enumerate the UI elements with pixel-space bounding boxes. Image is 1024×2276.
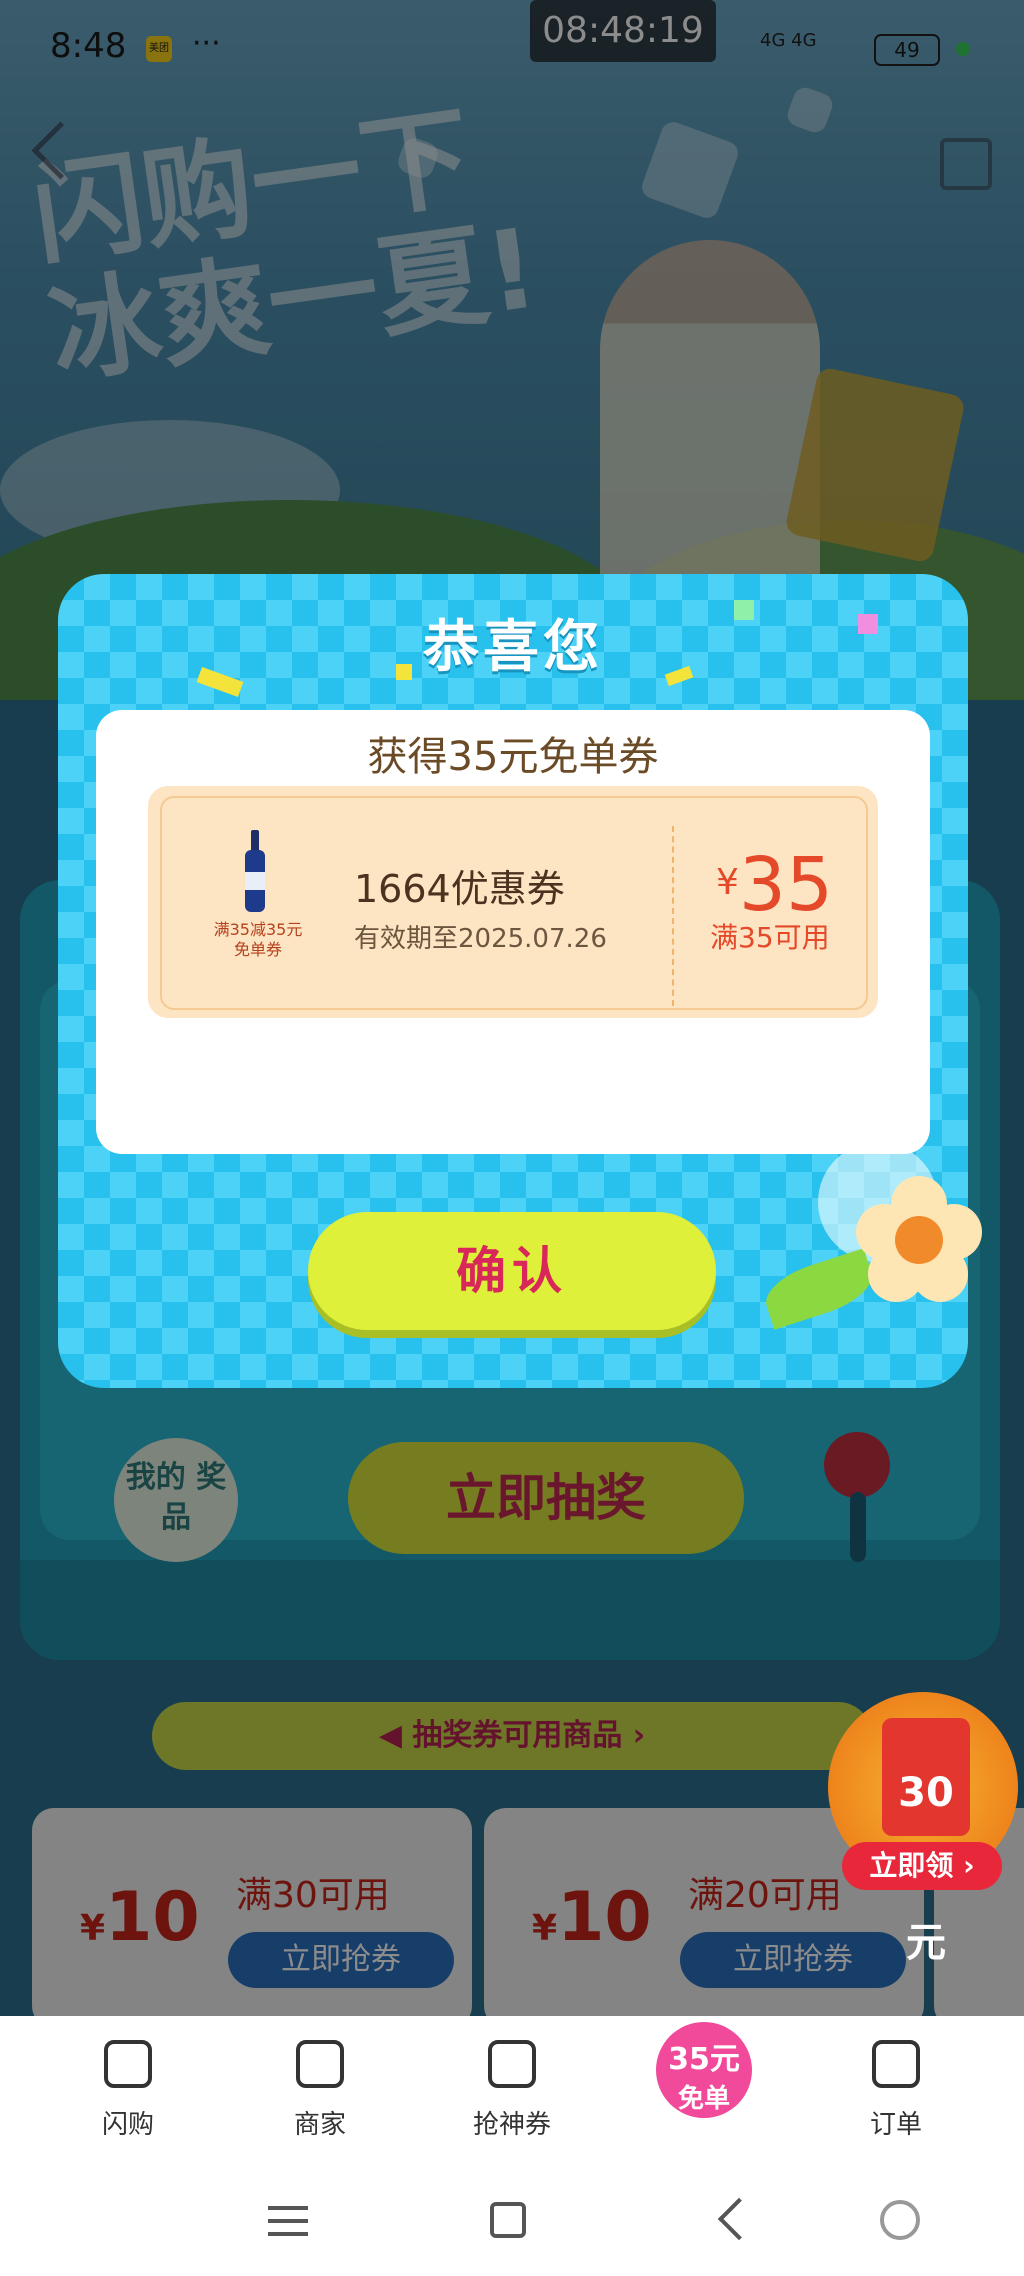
back-nav-icon[interactable] [717,2197,761,2241]
red-packet-widget[interactable]: 30元 立即领 › [828,1692,1018,1966]
confirm-button[interactable]: 确认 [308,1212,716,1330]
system-navigation-bar [0,2166,1024,2276]
beer-bottle-icon [245,830,265,912]
voucher-divider [672,826,674,1006]
red-envelope-icon: 30元 [882,1718,970,1966]
voucher-name: 1664优惠券 [354,867,565,911]
tab-flash-buy[interactable]: 闪购 [48,2034,208,2141]
tab-grab-coupons[interactable]: 抢神券 [432,2034,592,2141]
claim-label: 立即领 [869,1849,954,1882]
confetti-decoration [396,664,412,680]
product-caption: 满35减35元 免单券 [213,920,303,959]
voucher-condition: 满35可用 [710,921,830,954]
order-icon [872,2040,920,2088]
congrats-dialog: 恭喜您 获得35元免单券 满35减35元 免单券 1664优惠券 有效期至202… [58,574,982,1388]
tab-orders[interactable]: 订单 [816,2034,976,2141]
flower-icon [856,1176,982,1302]
menu-icon[interactable] [268,2206,308,2236]
flash-bag-icon [104,2040,152,2088]
voucher-card: 满35减35元 免单券 1664优惠券 有效期至2025.07.26 ¥35 满… [148,786,878,1018]
tab-label: 抢神券 [472,2110,551,2140]
home-icon[interactable] [490,2202,526,2238]
confetti-decoration [858,614,878,634]
tab-label: 商家 [293,2110,346,2140]
free-order-amount: 35元 [668,2042,740,2077]
tab-label: 闪购 [101,2110,154,2140]
tab-free-order[interactable]: 35元 免单 [656,2022,752,2118]
dialog-headline: 获得35元免单券 [367,734,659,780]
store-icon [296,2040,344,2088]
tab-label: 订单 [869,2110,922,2140]
tab-merchants[interactable]: 商家 [240,2034,400,2141]
assistant-icon[interactable] [880,2200,920,2240]
confetti-decoration [734,600,754,620]
coupon-icon [488,2040,536,2088]
dialog-title: 恭喜您 [423,615,603,680]
voucher-validity: 有效期至2025.07.26 [354,924,607,954]
claim-now-button[interactable]: 立即领 › [842,1842,1002,1890]
voucher-currency: ¥ [716,862,739,903]
free-order-label: 免单 [677,2084,730,2114]
dialog-card: 获得35元免单券 满35减35元 免单券 1664优惠券 有效期至2025.07… [96,710,930,1154]
bottom-tab-bar: 闪购 商家 抢神券 35元 免单 订单 [0,2016,1024,2166]
